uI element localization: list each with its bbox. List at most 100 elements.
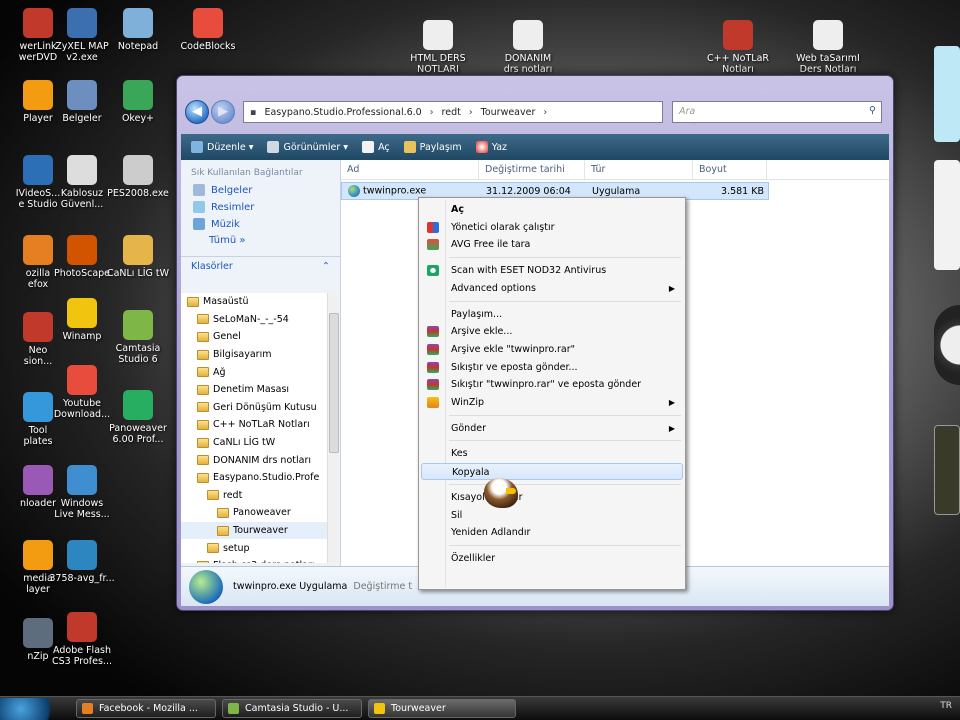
desktop-app-icon (67, 8, 97, 38)
file-type: Uygulama (592, 185, 641, 197)
tree-scrollbar[interactable] (327, 293, 339, 563)
address-bar[interactable]: ▪ Easypano.Studio.Professional.6.0 › redt… (243, 101, 707, 124)
open-button[interactable]: Aç (362, 141, 390, 153)
desktop-icon[interactable]: CodeBlocks (170, 8, 246, 52)
tree-item[interactable]: redt (181, 487, 327, 505)
taskbar-button[interactable]: Camtasia Studio - U... (222, 699, 362, 718)
taskbar-button[interactable]: Tourweaver (368, 699, 516, 718)
desktop-icon[interactable]: CaNLı LİG tW (100, 235, 176, 279)
column-header-name[interactable]: Ad (341, 159, 479, 180)
tree-item[interactable]: Genel (181, 328, 327, 346)
desktop-icon-label: CaNLı LİG tW (106, 268, 170, 279)
menu-item[interactable]: Advanced options ▶ (421, 280, 683, 297)
tree-item[interactable]: Panoweaver (181, 504, 327, 522)
tree-item[interactable]: Bilgisayarım (181, 346, 327, 364)
menu-item[interactable]: Gönder ▶ (421, 420, 683, 437)
column-header-type[interactable]: Tür (585, 159, 693, 180)
tree-item-label: Bilgisayarım (213, 349, 272, 361)
tree-item[interactable]: Denetim Masası (181, 381, 327, 399)
views-button[interactable]: Görünümler ▾ (267, 141, 348, 153)
tree-item[interactable]: setup (181, 539, 327, 557)
favorite-link-pictures[interactable]: Resimler (181, 199, 340, 216)
folder-icon (207, 543, 219, 554)
desktop-icon[interactable]: C++ NoTLaR Notları (700, 20, 776, 75)
menu-item[interactable]: Arşive ekle... (421, 323, 683, 340)
desktop-icon[interactable]: 3758-avg_fr... (44, 540, 120, 584)
desktop-app-icon (123, 310, 153, 340)
tree-item[interactable]: Masaüstü (181, 293, 327, 311)
menu-item[interactable]: Özellikler (421, 550, 683, 567)
desktop-icon-label: C++ NoTLaR Notları (706, 53, 769, 75)
desktop-icon[interactable]: Web taSarımI Ders Notları (790, 20, 866, 75)
column-header-date[interactable]: Değiştirme tarihi (479, 159, 585, 180)
taskbar-button[interactable]: Facebook - Mozilla ... (76, 699, 216, 718)
menu-item[interactable]: Kısayol Oluştur (421, 489, 683, 506)
taskbar-button-label: Tourweaver (391, 703, 446, 714)
menu-item[interactable]: Sıkıştır "twwinpro.rar" ve eposta gönder (421, 376, 683, 393)
folders-header[interactable]: Klasörler ⌃ (181, 256, 340, 276)
tree-item[interactable]: SeLoMaN-_-_-54 (181, 311, 327, 329)
search-input[interactable]: Ara ⚲ (672, 101, 882, 123)
desktop-icon-label: Neo sion... (23, 345, 53, 367)
desktop-icon[interactable]: Panoweaver 6.00 Prof... (100, 390, 176, 445)
menu-item[interactable]: Sıkıştır ve eposta gönder... (421, 359, 683, 376)
toolbar-label: Düzenle (207, 141, 246, 153)
desktop-icon[interactable]: Okey+ (100, 80, 176, 124)
tree-item[interactable]: C++ NoTLaR Notları (181, 416, 327, 434)
desktop-icon[interactable]: Adobe Flash CS3 Profes... (44, 612, 120, 667)
burn-button[interactable]: Yaz (475, 141, 507, 153)
menu-item[interactable]: Scan with ESET NOD32 Antivirus (421, 262, 683, 279)
scrollbar-thumb[interactable] (329, 313, 339, 453)
favorite-link-music[interactable]: Müzik (181, 216, 340, 233)
sticky-note-gadget[interactable] (934, 46, 960, 142)
favorite-label: Müzik (211, 218, 240, 230)
desktop-icon[interactable]: Camtasia Studio 6 (100, 310, 176, 365)
column-header-size[interactable]: Boyut (693, 159, 767, 180)
winzip-icon (427, 397, 439, 408)
clock-gadget[interactable] (934, 305, 960, 385)
file-name: twwinpro.exe (363, 185, 427, 197)
menu-item[interactable]: AVG Free ile tara (421, 236, 683, 253)
calendar-gadget[interactable] (934, 160, 960, 270)
tree-item[interactable]: DONANIM drs notları (181, 451, 327, 469)
breadcrumb-item[interactable]: Tourweaver (481, 107, 536, 118)
desktop-icon-label: Belgeler (62, 113, 102, 124)
menu-item[interactable]: Paylaşım... (421, 306, 683, 323)
search-icon[interactable]: ⚲ (869, 105, 876, 116)
desktop-icon[interactable]: Windows Live Mess... (44, 465, 120, 520)
breadcrumb-item[interactable]: Easypano.Studio.Professional.6.0 (264, 107, 421, 118)
tree-item[interactable]: Tourweaver (181, 521, 327, 540)
tree-item[interactable]: Ağ (181, 363, 327, 381)
favorite-link-documents[interactable]: Belgeler (181, 182, 340, 199)
more-links[interactable]: Tümü » (181, 233, 340, 250)
organize-button[interactable]: Düzenle ▾ (191, 141, 253, 153)
menu-item[interactable]: Kes (421, 445, 683, 462)
desktop-icon[interactable]: HTML DERS NOTLARI (400, 20, 476, 75)
language-indicator[interactable]: TR (940, 701, 952, 711)
menu-item[interactable]: Sil (421, 507, 683, 524)
forward-button[interactable]: ▶ (211, 100, 235, 124)
context-menu: Aç Yönetici olarak çalıştır AVG Free ile t… (418, 197, 686, 590)
menu-item[interactable]: Kopyala (421, 463, 683, 481)
tree-item[interactable]: Easypano.Studio.Profe (181, 469, 327, 487)
start-button[interactable] (0, 697, 70, 720)
desktop-icon[interactable]: DONANIM drs notları (490, 20, 566, 75)
back-button[interactable]: ◀ (185, 100, 209, 124)
menu-item[interactable]: WinZip ▶ (421, 394, 683, 411)
winrar-icon (427, 361, 439, 373)
desktop-icon[interactable]: Neo sion... (0, 312, 76, 367)
menu-item[interactable]: Aç (421, 201, 683, 218)
breadcrumb-item[interactable]: redt (442, 107, 461, 118)
desktop-icon[interactable]: PES2008.exe (100, 155, 176, 199)
desktop-icon[interactable]: Tool plates (0, 392, 76, 447)
share-button[interactable]: Paylaşım (403, 141, 462, 153)
menu-item[interactable]: Arşive ekle "twwinpro.rar" (421, 341, 683, 358)
desktop-icon[interactable]: Notepad (100, 8, 176, 52)
tree-item[interactable]: Flash cs3 ders notları (181, 557, 327, 563)
slideshow-gadget[interactable] (934, 425, 960, 515)
menu-item[interactable]: Yönetici olarak çalıştır (421, 219, 683, 236)
tree-item[interactable]: CaNLı LİG tW (181, 434, 327, 452)
tree-item[interactable]: Geri Dönüşüm Kutusu (181, 399, 327, 417)
menu-item[interactable]: Yeniden Adlandır (421, 524, 683, 541)
taskbar-buttons: Facebook - Mozilla ... Camtasia Studio - … (70, 699, 516, 718)
